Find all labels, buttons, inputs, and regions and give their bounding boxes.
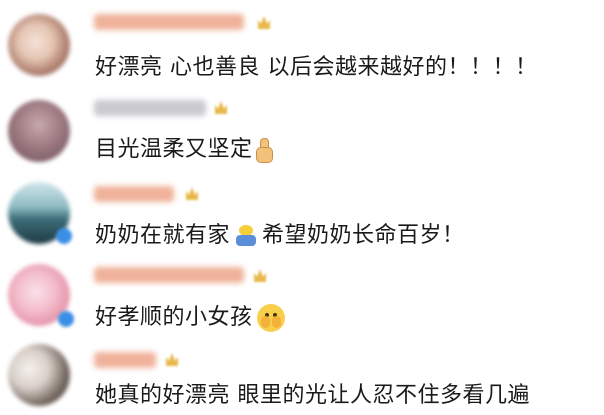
level-crown-icon [258, 16, 270, 29]
comment-text-after: 希望奶奶长命百岁！ [262, 223, 465, 248]
comment-text-before: 奶奶在就有家 [95, 223, 231, 248]
username[interactable] [94, 267, 244, 283]
verified-badge-icon [58, 311, 74, 327]
comment-item[interactable]: 奶奶在就有家 希望奶奶长命百岁！ [0, 176, 604, 264]
comment-item[interactable]: 目光温柔又坚定 [0, 90, 604, 176]
username[interactable] [94, 100, 206, 116]
verified-badge-icon [56, 228, 72, 244]
username[interactable] [94, 14, 244, 30]
comment-item[interactable]: 她真的好漂亮 眼里的光让人忍不住多看几遍 [0, 344, 604, 415]
comment-item[interactable]: 好孝顺的小女孩 [0, 264, 604, 344]
comment-text: 好漂亮 心也善良 以后会越来越好的！！！！ [95, 55, 538, 80]
comment-item[interactable]: 好漂亮 心也善良 以后会越来越好的！！！！ [0, 0, 604, 90]
comment-text: 好孝顺的小女孩 [95, 304, 285, 332]
username[interactable] [94, 352, 156, 368]
avatar[interactable] [8, 14, 70, 76]
comment-text: 她真的好漂亮 眼里的光让人忍不住多看几遍 [95, 383, 530, 408]
avatar[interactable] [8, 344, 70, 406]
comment-text: 目光温柔又坚定 [95, 136, 273, 164]
level-crown-icon [186, 187, 198, 200]
comment-text-content: 好孝顺的小女孩 [95, 305, 253, 330]
level-crown-icon [254, 269, 266, 282]
shy-face-icon [256, 304, 285, 332]
comment-text-content: 目光温柔又坚定 [95, 137, 253, 162]
avatar[interactable] [8, 100, 70, 162]
comment-feed: 好漂亮 心也善良 以后会越来越好的！！！！ 目光温柔又坚定 奶奶在就有家 希望奶奶… [0, 0, 604, 415]
crying-figure-icon [234, 225, 258, 247]
comment-text: 奶奶在就有家 希望奶奶长命百岁！ [95, 222, 465, 250]
username[interactable] [94, 186, 174, 202]
level-crown-icon [166, 353, 178, 366]
level-crown-icon [215, 101, 227, 114]
thumbs-up-icon [255, 138, 273, 163]
